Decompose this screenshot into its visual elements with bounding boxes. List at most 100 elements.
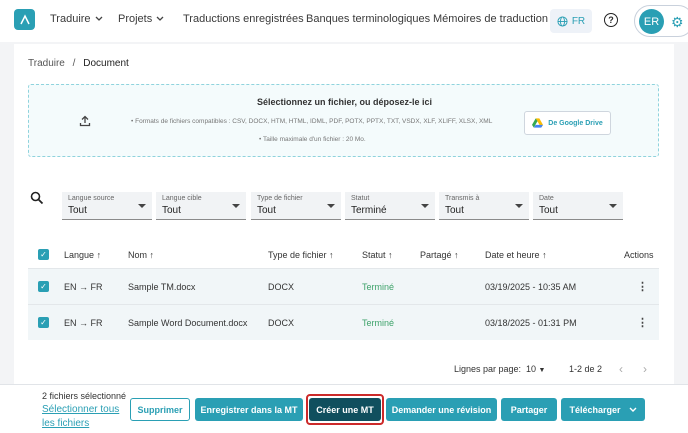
request-review-button[interactable]: Demander une révision xyxy=(386,398,497,421)
chevron-down-icon xyxy=(156,16,164,21)
google-drive-button[interactable]: De Google Drive xyxy=(524,111,611,135)
app-logo[interactable] xyxy=(14,9,35,30)
google-drive-icon xyxy=(532,118,544,128)
language-pair: EN → FR xyxy=(64,318,103,328)
user-menu[interactable]: ER ⚙ xyxy=(634,5,688,37)
nav-saved-translations[interactable]: Traductions enregistrées xyxy=(183,13,304,25)
globe-icon xyxy=(557,15,568,27)
file-name[interactable]: Sample TM.docx xyxy=(128,282,195,292)
file-name[interactable]: Sample Word Document.docx xyxy=(128,318,247,328)
filter-label: Transmis à xyxy=(445,195,480,202)
create-mt-button[interactable]: Créer une MT xyxy=(309,398,381,421)
filter-source-language[interactable]: Langue source Tout xyxy=(62,192,152,220)
language-pair: EN → FR xyxy=(64,282,103,292)
caret-down-icon xyxy=(421,204,429,208)
breadcrumb-separator: / xyxy=(72,58,76,69)
date-time: 03/18/2025 - 01:31 PM xyxy=(485,318,577,328)
file-dropzone[interactable]: Sélectionnez un fichier, ou déposez-le i… xyxy=(28,84,659,157)
row-checkbox[interactable]: ✓ xyxy=(38,281,49,292)
sort-arrow-icon: ↑ xyxy=(388,250,393,260)
filter-file-type[interactable]: Type de fichier Tout xyxy=(251,192,341,220)
filter-label: Date xyxy=(539,195,554,202)
column-partage-label: Partagé xyxy=(420,250,452,260)
sort-arrow-icon: ↑ xyxy=(149,250,155,260)
table-header: ✓ Langue ↑ Nom ↑ Type de fichier ↑ Statu… xyxy=(28,244,659,266)
source-language: EN xyxy=(64,318,77,328)
table-row[interactable]: ✓ EN → FR Sample Word Document.docx DOCX… xyxy=(28,304,659,340)
select-all-checkbox[interactable]: ✓ xyxy=(38,249,49,260)
nav-projets-label: Projets xyxy=(118,13,153,25)
language-selector[interactable]: FR xyxy=(550,9,592,33)
filter-shared-with[interactable]: Transmis à Tout xyxy=(439,192,529,220)
selected-count: 2 fichiers sélectionné xyxy=(42,391,127,401)
table-row[interactable]: ✓ EN → FR Sample TM.docx DOCX Terminé 03… xyxy=(28,268,659,304)
filter-value: Terminé xyxy=(351,205,387,216)
column-nom[interactable]: Nom ↑ xyxy=(128,250,154,260)
more-actions-icon[interactable]: ⋮ xyxy=(637,316,648,329)
breadcrumb-parent[interactable]: Traduire xyxy=(28,58,65,69)
delete-button[interactable]: Supprimer xyxy=(130,398,190,421)
page-range: 1-2 de 2 xyxy=(569,364,603,374)
date-time: 03/19/2025 - 10:35 AM xyxy=(485,282,577,292)
supported-formats: • Formats de fichiers compatibles : CSV,… xyxy=(131,118,493,125)
sort-arrow-icon: ↑ xyxy=(329,250,334,260)
filter-status[interactable]: Statut Terminé xyxy=(345,192,435,220)
column-actions: Actions xyxy=(624,250,654,260)
nav-translation-memories[interactable]: Mémoires de traduction xyxy=(433,13,548,25)
column-langue-label: Langue xyxy=(64,250,95,260)
filter-value: Tout xyxy=(257,205,276,216)
prev-page-icon[interactable]: ‹ xyxy=(619,362,623,376)
caret-down-icon xyxy=(609,204,617,208)
supported-formats-text: Formats de fichiers compatibles : CSV, D… xyxy=(135,118,493,125)
next-page-icon[interactable]: › xyxy=(643,362,647,376)
caret-down-icon xyxy=(138,204,146,208)
search-icon[interactable] xyxy=(30,191,44,208)
nav-traduire[interactable]: Traduire xyxy=(50,13,103,25)
download-label: Télécharger xyxy=(569,404,621,415)
file-type: DOCX xyxy=(268,318,295,328)
filter-target-language[interactable]: Langue cible Tout xyxy=(156,192,246,220)
arrow-right-icon: → xyxy=(79,318,89,328)
app-logo-icon xyxy=(19,13,30,24)
column-langue[interactable]: Langue ↑ xyxy=(64,250,101,260)
filter-value: Tout xyxy=(445,205,464,216)
chevron-down-icon xyxy=(629,407,637,412)
main-card: Traduire / Document Sélectionnez un fich… xyxy=(14,44,674,384)
rows-per-page-value: 10 xyxy=(526,364,537,374)
target-language: FR xyxy=(90,318,103,328)
nav-traduire-label: Traduire xyxy=(50,13,91,25)
column-partage[interactable]: Partagé ↑ xyxy=(420,250,459,260)
filter-label: Langue cible xyxy=(162,195,202,202)
share-button[interactable]: Partager xyxy=(501,398,557,421)
column-type-label: Type de fichier xyxy=(268,250,327,260)
file-type: DOCX xyxy=(268,282,295,292)
filter-value: Tout xyxy=(68,205,87,216)
download-button[interactable]: Télécharger xyxy=(561,398,645,421)
filter-date[interactable]: Date Tout xyxy=(533,192,623,220)
google-drive-label: De Google Drive xyxy=(548,119,603,127)
row-checkbox[interactable]: ✓ xyxy=(38,317,49,328)
nav-projets[interactable]: Projets xyxy=(118,13,164,25)
max-file-size-text: Taille maximale d'un fichier : 20 Mo. xyxy=(262,136,366,143)
save-to-mt-button[interactable]: Enregistrer dans la MT xyxy=(195,398,303,421)
column-date[interactable]: Date et heure ↑ xyxy=(485,250,547,260)
sort-arrow-icon: ↑ xyxy=(542,250,547,260)
arrow-right-icon: → xyxy=(79,282,89,292)
rows-per-page-label: Lignes par page: xyxy=(454,364,522,374)
rows-per-page-select[interactable]: 10 ▼ xyxy=(526,364,545,374)
filter-value: Tout xyxy=(539,205,558,216)
avatar: ER xyxy=(639,9,664,34)
help-icon[interactable]: ? xyxy=(604,13,618,27)
caret-down-icon xyxy=(327,204,335,208)
dropzone-title: Sélectionnez un fichier, ou déposez-le i… xyxy=(256,97,433,107)
bulk-action-bar: 2 fichiers sélectionné Sélectionner tous… xyxy=(0,384,688,433)
gear-icon[interactable]: ⚙ xyxy=(671,14,684,31)
column-statut[interactable]: Statut ↑ xyxy=(362,250,393,260)
breadcrumb-current: Document xyxy=(83,58,129,69)
more-actions-icon[interactable]: ⋮ xyxy=(637,280,648,293)
select-all-link[interactable]: Sélectionner tous les fichiers xyxy=(42,403,132,431)
column-date-label: Date et heure xyxy=(485,250,540,260)
nav-term-banks[interactable]: Banques terminologiques xyxy=(306,13,430,25)
column-type[interactable]: Type de fichier ↑ xyxy=(268,250,334,260)
sort-arrow-icon: ↑ xyxy=(96,250,102,260)
